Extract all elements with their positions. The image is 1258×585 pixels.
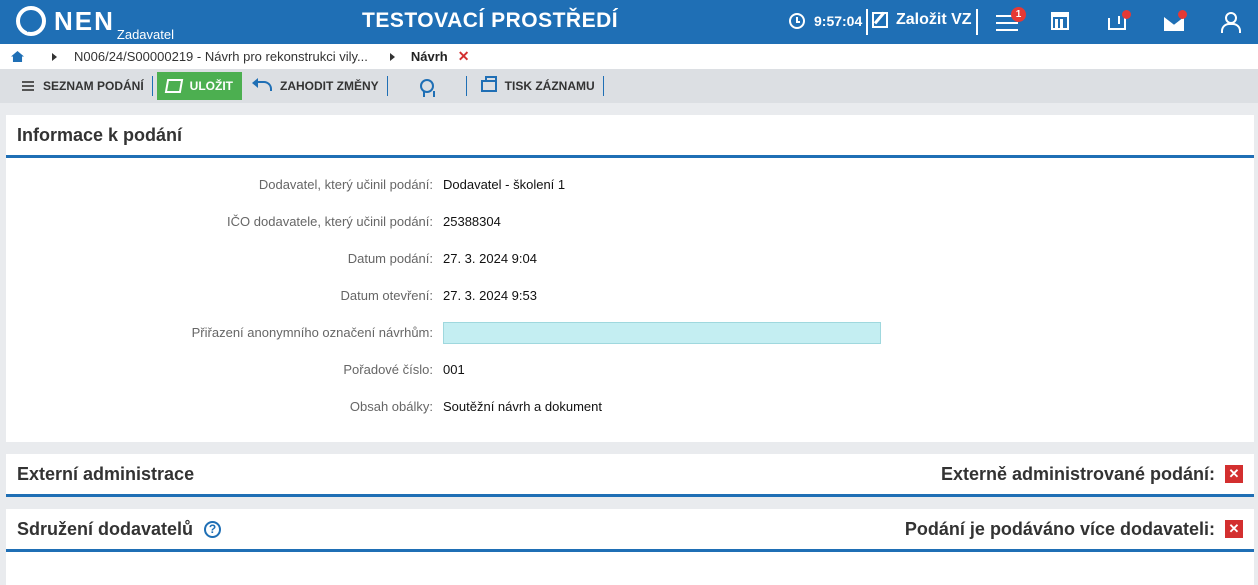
create-contract-button[interactable]: Založit VZ [872, 11, 972, 29]
breadcrumb-item-contract[interactable]: N006/24/S00000219 - Návrh pro rekonstruk… [74, 49, 368, 64]
create-contract-label: Založit VZ [896, 11, 972, 28]
inbox-badge [1122, 10, 1131, 19]
top-bar: NEN Zadavatel TESTOVACÍ PROSTŘEDÍ 9:57:0… [0, 0, 1258, 44]
field-value: 27. 3. 2024 9:04 [443, 251, 537, 266]
clock-icon [789, 13, 805, 29]
panel-header: Externí administrace Externě administrov… [6, 454, 1254, 497]
undo-icon [252, 78, 272, 91]
info-row-order-number: Pořadové číslo: 001 [6, 351, 1254, 388]
environment-title: TESTOVACÍ PROSTŘEDÍ [362, 9, 619, 32]
chevron-right-icon [389, 52, 395, 61]
list-icon [22, 81, 34, 91]
field-value: 001 [443, 362, 465, 377]
status-label: Externě administrované podání: [940, 463, 1215, 484]
menu-badge: 1 [1011, 7, 1026, 22]
field-value: Dodavatel - školení 1 [443, 177, 566, 192]
nen-logo-icon [16, 6, 46, 36]
panel-header: Informace k podání [6, 115, 1254, 158]
user-icon[interactable] [1220, 12, 1241, 33]
field-label: Přiřazení anonymního označení návrhům: [191, 325, 433, 340]
logo-subtitle: Zadavatel [116, 27, 174, 42]
discard-changes-label: ZAHODIT ZMĚNY [280, 79, 379, 93]
inbox-icon[interactable] [1108, 16, 1126, 30]
breadcrumb-item-current[interactable]: Návrh [411, 49, 448, 64]
print-record-label: TISK ZÁZNAMU [504, 79, 595, 93]
field-label: Obsah obálky: [349, 399, 433, 414]
award-icon [419, 79, 435, 97]
field-label: Dodavatel, který učinil podání: [258, 177, 433, 192]
toolbar: SEZNAM PODÁNÍ ULOŽIT ZAHODIT ZMĚNY TISK … [0, 69, 1258, 103]
panel-title: Informace k podání [17, 124, 183, 145]
toolbar-divider [151, 76, 153, 96]
award-button[interactable] [388, 69, 466, 103]
divider [976, 9, 978, 35]
print-record-button[interactable]: TISK ZÁZNAMU [467, 69, 603, 103]
close-tab-icon[interactable]: ✕ [458, 48, 470, 65]
home-icon[interactable] [11, 51, 24, 62]
panel-title: Sdružení dodavatelů [17, 518, 194, 539]
divider [866, 9, 868, 35]
info-panel: Informace k podání Dodavatel, který učin… [6, 115, 1254, 442]
info-row-anonymous-label: Přiřazení anonymního označení návrhům: [6, 314, 1254, 351]
supplier-association-panel: Sdružení dodavatelů ? Podání je podáváno… [6, 509, 1254, 585]
field-label: Pořadové číslo: [343, 362, 433, 377]
info-row-supplier: Dodavatel, který učinil podání: Dodavate… [6, 166, 1254, 203]
save-icon [164, 79, 183, 93]
save-label: ULOŽIT [189, 79, 233, 93]
clock-time: 9:57:04 [814, 13, 863, 29]
submission-list-label: SEZNAM PODÁNÍ [43, 79, 144, 93]
save-button[interactable]: ULOŽIT [156, 72, 242, 100]
panel-header: Sdružení dodavatelů ? Podání je podáváno… [6, 509, 1254, 552]
info-row-opening-date: Datum otevření: 27. 3. 2024 9:53 [6, 277, 1254, 314]
no-icon: ✕ [1225, 465, 1243, 483]
info-rows: Dodavatel, který učinil podání: Dodavate… [6, 158, 1254, 425]
session-clock: 9:57:04 [789, 13, 862, 29]
multi-supplier-status: Podání je podáváno více dodavateli: ✕ [905, 519, 1243, 540]
calculator-icon[interactable] [1051, 12, 1069, 30]
field-label: Datum otevření: [340, 288, 434, 303]
submission-list-button[interactable]: SEZNAM PODÁNÍ [0, 69, 152, 103]
info-row-envelope-content: Obsah obálky: Soutěžní návrh a dokument [6, 388, 1254, 425]
edit-icon [872, 12, 888, 28]
field-label: IČO dodavatele, který učinil podání: [227, 214, 433, 229]
panel-title: Externí administrace [17, 463, 195, 484]
mail-icon[interactable] [1164, 17, 1184, 31]
external-admin-panel: Externí administrace Externě administrov… [6, 454, 1254, 497]
external-admin-status: Externě administrované podání: ✕ [941, 464, 1243, 485]
field-value: Soutěžní návrh a dokument [443, 399, 602, 414]
anonymous-label-input[interactable] [443, 321, 881, 344]
no-icon: ✕ [1225, 520, 1243, 538]
chevron-right-icon [52, 52, 57, 61]
help-icon[interactable]: ? [204, 521, 222, 539]
logo[interactable]: NEN Zadavatel [16, 6, 174, 42]
print-icon [480, 76, 497, 92]
field-value: 27. 3. 2024 9:53 [443, 288, 537, 303]
status-label: Podání je podáváno více dodavateli: [904, 518, 1215, 539]
logo-text: NEN [54, 6, 115, 36]
panel-title-wrap: Sdružení dodavatelů ? [17, 518, 222, 540]
info-row-submission-date: Datum podání: 27. 3. 2024 9:04 [6, 240, 1254, 277]
field-label: Datum podání: [347, 251, 433, 266]
mail-badge [1178, 10, 1187, 19]
breadcrumb: N006/24/S00000219 - Návrh pro rekonstruk… [0, 44, 1258, 69]
discard-changes-button[interactable]: ZAHODIT ZMĚNY [246, 69, 387, 103]
toolbar-divider [602, 76, 604, 96]
info-row-ico: IČO dodavatele, který učinil podání: 253… [6, 203, 1254, 240]
field-value: 25388304 [443, 214, 501, 229]
